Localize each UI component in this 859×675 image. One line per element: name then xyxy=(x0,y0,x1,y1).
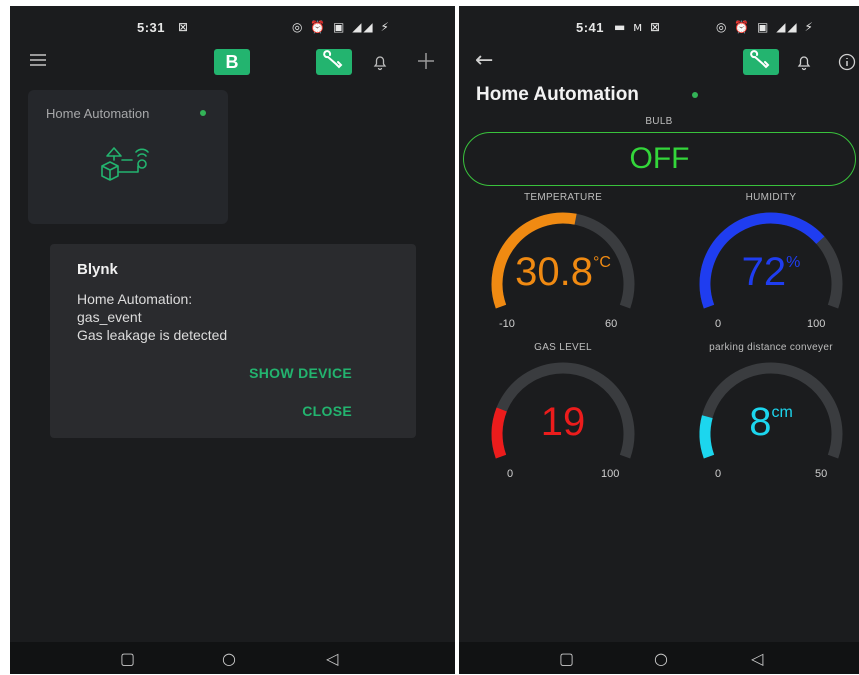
back-arrow-icon[interactable]: ← xyxy=(475,48,493,73)
developer-mode-button[interactable] xyxy=(316,49,352,75)
navigation-bar: ▢ ○ ◁ xyxy=(459,642,859,674)
blynk-logo-icon: B xyxy=(214,49,250,75)
system-status-icons: ◎ ⏰ ▣ ◢◢ ⚡ xyxy=(716,20,815,34)
gauge-max: 100 xyxy=(601,468,620,480)
back-nav-icon[interactable]: ◁ xyxy=(751,649,763,668)
navigation-bar: ▢ ○ ◁ xyxy=(10,642,455,674)
status-bar: 5:41 ▬ ᴍ ⊠ ◎ ⏰ ▣ ◢◢ ⚡ xyxy=(459,6,859,46)
gauge-unit: °C xyxy=(592,254,611,271)
phone-screen-devices: 5:31 ⊠ ◎ ⏰ ▣ ◢◢ ⚡ B Home Automation Blyn… xyxy=(10,6,455,674)
notification-dialog: Blynk Home Automation: gas_event Gas lea… xyxy=(50,244,416,438)
device-template-icon xyxy=(101,147,149,181)
page-title: Home Automation xyxy=(476,84,639,105)
dialog-message-line: Gas leakage is detected xyxy=(77,327,228,343)
wrench-icon xyxy=(750,50,770,69)
gauge-value: 72% xyxy=(681,250,859,295)
gas-level-gauge: GAS LEVEL 19 0 100 xyxy=(473,342,653,484)
bulb-toggle-button[interactable]: OFF xyxy=(463,132,856,186)
gauge-max: 100 xyxy=(807,318,826,330)
notification-icons: ▬ ᴍ ⊠ xyxy=(614,20,663,34)
gauge-unit: % xyxy=(786,254,801,271)
parking-distance-gauge: parking distance conveyer 8cm 0 50 xyxy=(681,342,859,484)
gauge-max: 60 xyxy=(605,318,618,330)
close-button[interactable]: CLOSE xyxy=(302,403,352,419)
back-nav-icon[interactable]: ◁ xyxy=(326,649,338,668)
gauge-value: 30.8°C xyxy=(473,250,653,295)
developer-mode-button[interactable] xyxy=(743,49,779,75)
gauge-number: 8 xyxy=(749,400,772,444)
system-status-icons: ◎ ⏰ ▣ ◢◢ ⚡ xyxy=(292,20,391,34)
status-bar: 5:31 ⊠ ◎ ⏰ ▣ ◢◢ ⚡ xyxy=(10,6,455,46)
bell-icon[interactable] xyxy=(795,53,813,71)
status-time: 5:31 xyxy=(137,20,166,35)
home-icon[interactable]: ○ xyxy=(222,649,236,668)
online-status-indicator xyxy=(200,110,206,116)
gauge-label: TEMPERATURE xyxy=(523,192,603,203)
info-icon[interactable] xyxy=(837,52,857,72)
device-tile-title: Home Automation xyxy=(46,106,150,121)
wrench-icon xyxy=(323,50,343,69)
dialog-message-line: gas_event xyxy=(77,309,142,325)
home-icon[interactable]: ○ xyxy=(654,649,668,668)
recent-apps-icon[interactable]: ▢ xyxy=(559,649,574,668)
gauge-number: 72 xyxy=(741,250,787,294)
gauge-max: 50 xyxy=(815,468,828,480)
recent-apps-icon[interactable]: ▢ xyxy=(120,649,135,668)
bulb-label: BULB xyxy=(645,116,673,127)
menu-icon[interactable] xyxy=(30,54,46,69)
gauge-min: 0 xyxy=(507,468,514,480)
gauge-label: HUMIDITY xyxy=(745,192,797,203)
dialog-message-line: Home Automation: xyxy=(77,291,193,307)
device-tile-home-automation[interactable]: Home Automation xyxy=(28,90,228,224)
gauge-value: 19 xyxy=(473,400,653,445)
gauge-value: 8cm xyxy=(681,400,859,445)
humidity-gauge: HUMIDITY 72% 0 100 xyxy=(681,192,859,334)
gauge-min: 0 xyxy=(715,468,722,480)
phone-screen-dashboard: 5:41 ▬ ᴍ ⊠ ◎ ⏰ ▣ ◢◢ ⚡ ← Home Automation … xyxy=(459,6,859,674)
bell-icon[interactable] xyxy=(371,53,389,71)
dialog-title: Blynk xyxy=(77,261,118,278)
gauge-unit: cm xyxy=(771,404,793,421)
add-icon[interactable] xyxy=(416,51,436,71)
gauge-number: 19 xyxy=(540,400,586,444)
status-time: 5:41 xyxy=(576,20,605,35)
online-status-indicator xyxy=(692,92,698,98)
gauge-number: 30.8 xyxy=(515,250,593,294)
gauge-label: parking distance conveyer xyxy=(709,342,833,353)
gauge-label: GAS LEVEL xyxy=(534,342,592,353)
temperature-gauge: TEMPERATURE 30.8°C -10 60 xyxy=(473,192,653,334)
gauge-min: -10 xyxy=(499,318,515,330)
notification-icon: ⊠ xyxy=(178,20,191,34)
gauge-min: 0 xyxy=(715,318,722,330)
show-device-button[interactable]: SHOW DEVICE xyxy=(249,365,352,381)
